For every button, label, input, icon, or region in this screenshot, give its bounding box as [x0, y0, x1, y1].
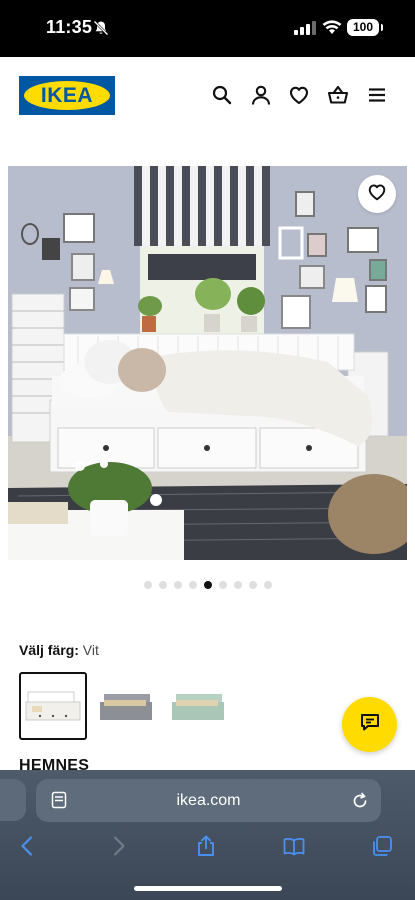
carousel-dot[interactable] — [248, 581, 257, 589]
menu-icon[interactable] — [366, 84, 388, 106]
carousel-indicator — [0, 581, 415, 589]
color-swatch-grey[interactable] — [91, 672, 159, 740]
cart-icon[interactable] — [327, 84, 349, 106]
heart-icon[interactable] — [288, 84, 310, 106]
chat-button[interactable] — [342, 697, 397, 752]
wifi-icon — [322, 19, 342, 35]
carousel-dot[interactable] — [218, 581, 227, 589]
battery-level: 100 — [347, 19, 379, 36]
carousel-dot[interactable] — [233, 581, 242, 589]
status-bar: 11:35 100 — [0, 0, 415, 57]
chat-bubble-icon — [359, 711, 381, 738]
daybed-room-illustration — [8, 166, 407, 560]
status-time: 11:35 — [46, 17, 93, 37]
save-to-favorites-button[interactable] — [358, 175, 396, 213]
heart-outline-icon — [367, 182, 387, 207]
bell-muted-icon — [93, 20, 109, 36]
bookmarks-icon[interactable] — [282, 834, 306, 858]
color-selector-label: Välj färg: Vit — [19, 642, 99, 658]
search-icon[interactable] — [211, 84, 233, 106]
tabs-icon[interactable] — [370, 834, 394, 858]
carousel-dot[interactable] — [188, 581, 197, 589]
color-swatch-green[interactable] — [163, 672, 231, 740]
url-text[interactable]: ikea.com — [36, 779, 381, 822]
daybed-white-thumbnail — [25, 691, 81, 721]
color-swatch-white[interactable] — [19, 672, 87, 740]
carousel-dot[interactable] — [158, 581, 167, 589]
reload-icon[interactable] — [351, 790, 369, 810]
carousel-dot[interactable] — [143, 581, 152, 589]
ikea-logo[interactable]: IKEA — [19, 76, 115, 115]
account-icon[interactable] — [250, 84, 272, 106]
carousel-dot-active[interactable] — [203, 581, 212, 589]
carousel-dot[interactable] — [263, 581, 272, 589]
battery-tip — [381, 24, 383, 31]
selected-color-value: Vit — [82, 642, 99, 658]
previous-tab-peek[interactable] — [0, 779, 26, 821]
logo-text: IKEA — [40, 83, 94, 107]
carousel-dot[interactable] — [173, 581, 182, 589]
product-image[interactable] — [8, 166, 407, 560]
color-label-text: Välj färg: — [19, 642, 79, 658]
daybed-grey-thumbnail — [100, 694, 152, 720]
home-indicator — [134, 886, 282, 891]
daybed-green-thumbnail — [172, 694, 224, 720]
share-icon[interactable] — [194, 834, 218, 858]
back-icon[interactable] — [16, 834, 40, 858]
forward-icon[interactable] — [106, 834, 130, 858]
cellular-signal-icon — [294, 21, 316, 35]
